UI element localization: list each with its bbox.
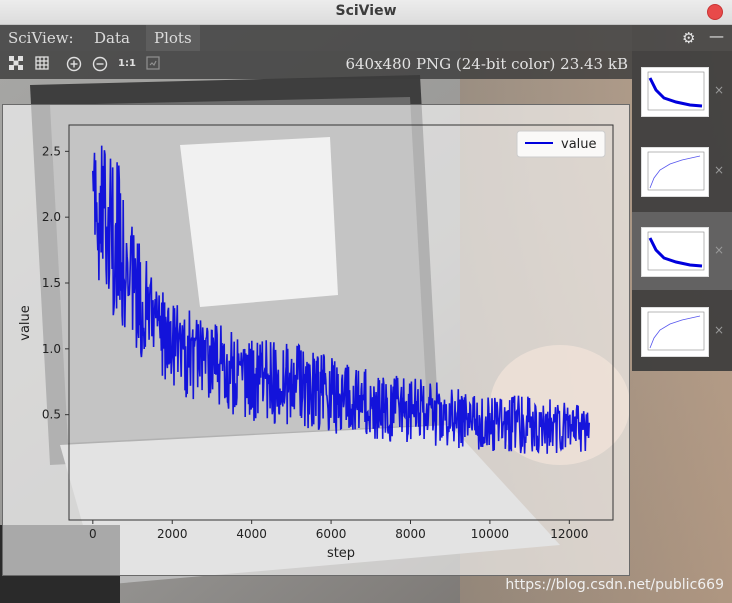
x-tick-label: 12000 xyxy=(550,527,588,541)
close-window-button[interactable] xyxy=(707,4,723,20)
window-titlebar: SciView xyxy=(0,0,732,25)
close-thumbnail-4-icon[interactable]: × xyxy=(714,323,724,337)
series-value-line xyxy=(92,145,590,454)
minimize-icon[interactable]: — xyxy=(709,27,724,45)
plot-image: 0 2000 4000 6000 8000 10000 12000 0.5 1.0 1.5 2.0… xyxy=(2,104,630,576)
x-tick-label: 6000 xyxy=(316,527,347,541)
data-tab[interactable]: Data xyxy=(94,29,130,47)
menu-bar: SciView: Data Plots xyxy=(0,25,632,51)
chessboard-icon[interactable] xyxy=(8,56,24,72)
x-tick-label: 8000 xyxy=(395,527,426,541)
y-tick-label: 0.5 xyxy=(42,408,61,422)
plots-panel-header: ⚙ — xyxy=(632,25,732,51)
line-chart: 0 2000 4000 6000 8000 10000 12000 0.5 1.0 1.5 2.0… xyxy=(18,124,614,561)
y-tick-label: 2.0 xyxy=(42,210,61,224)
zoom-in-icon[interactable] xyxy=(66,56,82,72)
watermark-text: https://blog.csdn.net/public669 xyxy=(505,577,724,593)
sciview-menu-label: SciView: xyxy=(8,29,74,47)
image-info-text: 640x480 PNG (24-bit color) 23.43 kB xyxy=(345,55,628,73)
x-axis-label: step xyxy=(327,546,355,561)
legend-label: value xyxy=(561,137,597,152)
close-thumbnail-2-icon[interactable]: × xyxy=(714,163,724,177)
plots-tab[interactable]: Plots xyxy=(146,25,200,51)
plot-thumbnail-4[interactable] xyxy=(641,307,709,357)
image-toolbar: 1:1 640x480 PNG (24-bit color) 23.43 kB xyxy=(0,51,632,79)
y-tick-label: 2.5 xyxy=(42,144,61,158)
x-tick-label: 0 xyxy=(89,527,97,541)
grid-icon[interactable] xyxy=(34,56,50,72)
plot-axes-frame xyxy=(68,124,614,521)
x-tick-label: 4000 xyxy=(236,527,267,541)
close-thumbnail-1-icon[interactable]: × xyxy=(714,83,724,97)
x-tick-label: 2000 xyxy=(157,527,188,541)
plot-thumbnail-1[interactable] xyxy=(641,67,709,117)
x-tick-label: 10000 xyxy=(471,527,509,541)
plot-thumbnail-3[interactable] xyxy=(641,227,709,277)
fit-to-window-icon[interactable] xyxy=(145,56,161,72)
gear-icon[interactable]: ⚙ xyxy=(682,29,695,47)
window-title: SciView xyxy=(335,3,397,19)
y-tick-label: 1.5 xyxy=(42,276,61,290)
legend: value xyxy=(516,130,606,158)
actual-size-button[interactable]: 1:1 xyxy=(118,56,136,72)
plot-thumbnail-2[interactable] xyxy=(641,147,709,197)
plot-thumbnails-panel: × × × × xyxy=(632,51,732,371)
zoom-out-icon[interactable] xyxy=(92,56,108,72)
y-axis-label: value xyxy=(18,305,33,341)
close-thumbnail-3-icon[interactable]: × xyxy=(714,243,724,257)
y-tick-label: 1.0 xyxy=(42,342,61,356)
